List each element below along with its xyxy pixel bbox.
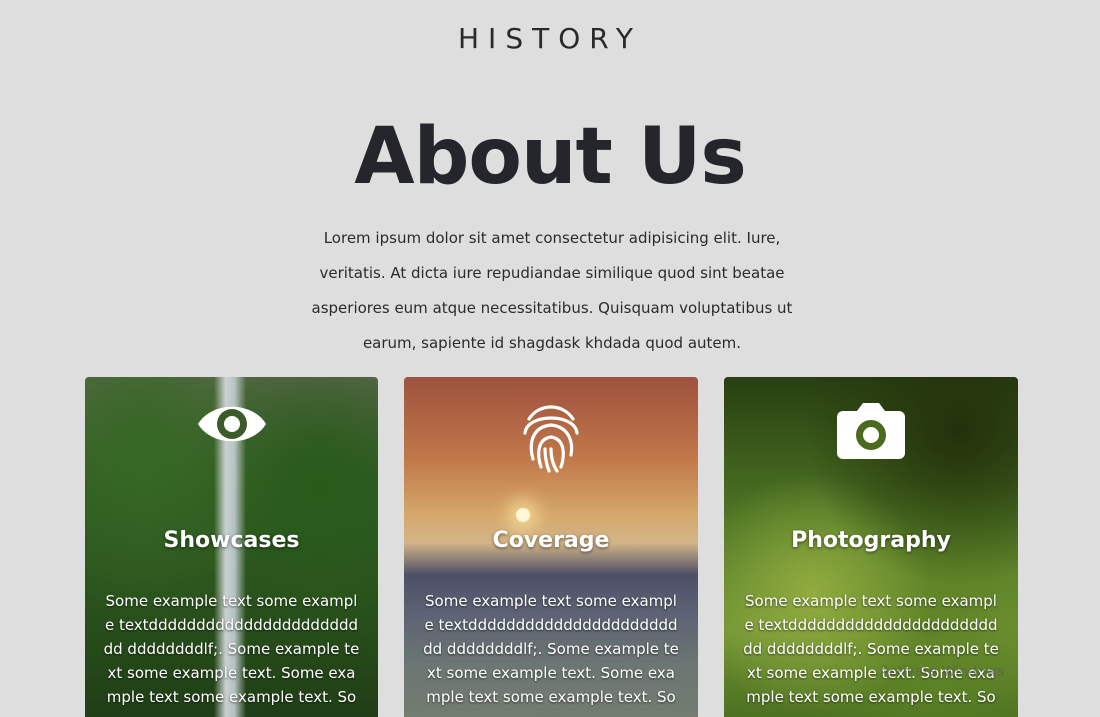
card-coverage[interactable]: Coverage Some example text some example … — [404, 377, 698, 717]
camera-icon — [835, 399, 907, 465]
card-title: Showcases — [163, 528, 300, 553]
fingerprint-icon — [519, 399, 583, 477]
section-eyebrow: HISTORY — [458, 22, 642, 55]
eye-icon — [196, 399, 268, 453]
intro-paragraph: Lorem ipsum dolor sit amet consectetur a… — [311, 229, 793, 352]
card-title: Coverage — [492, 528, 610, 553]
card-text: Some example text some example textddddd… — [423, 592, 679, 717]
activate-windows-watermark: Activate Windows — [880, 664, 1005, 680]
page-title: About Us — [354, 112, 747, 202]
card-text: Some example text some example textddddd… — [103, 592, 360, 717]
card-title: Photography — [791, 528, 951, 553]
card-showcases[interactable]: Showcases Some example text some example… — [85, 377, 378, 717]
card-text: Some example text some example textddddd… — [743, 592, 999, 717]
